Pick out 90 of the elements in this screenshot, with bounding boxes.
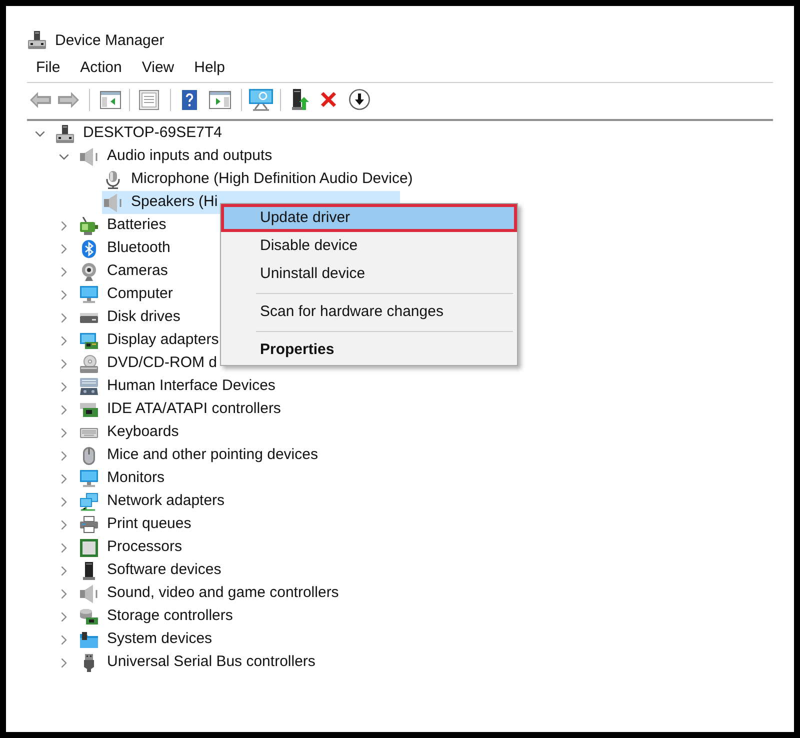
chevron-right-icon[interactable] xyxy=(61,612,67,622)
context-menu-item[interactable]: Uninstall device xyxy=(221,260,517,288)
device-update-icon[interactable] xyxy=(292,88,309,110)
chevron-right-icon[interactable] xyxy=(61,404,67,414)
bluetooth-icon xyxy=(82,240,96,258)
chevron-right-icon[interactable] xyxy=(61,542,67,552)
tree-item[interactable]: Universal Serial Bus controllers xyxy=(78,651,318,674)
chevron-down-icon[interactable] xyxy=(35,130,45,136)
forward-icon[interactable] xyxy=(58,92,79,108)
tree-item[interactable]: Sound, video and game controllers xyxy=(78,582,342,605)
tree-item[interactable]: Audio inputs and outputs xyxy=(78,145,276,168)
chevron-right-icon[interactable] xyxy=(61,474,67,484)
tower-icon xyxy=(83,562,95,580)
chevron-down-icon[interactable] xyxy=(59,154,69,160)
chevron-right-icon[interactable] xyxy=(61,566,67,576)
battery-icon xyxy=(80,216,98,234)
tree-item[interactable]: DVD/CD-ROM d xyxy=(78,352,220,375)
chevron-right-icon[interactable] xyxy=(61,428,67,438)
chevron-right-icon[interactable] xyxy=(61,312,67,322)
tower-computer-icon xyxy=(56,124,74,142)
tree-item[interactable]: Display adapters xyxy=(78,329,222,352)
chevron-right-icon[interactable] xyxy=(61,266,67,276)
chevron-right-icon[interactable] xyxy=(61,658,67,668)
chevron-right-icon[interactable] xyxy=(61,496,67,506)
monitor-icon xyxy=(80,286,98,303)
tree-item[interactable]: Cameras xyxy=(78,260,171,283)
menu-bar-item[interactable]: Help xyxy=(184,57,235,79)
menu-bar-item[interactable]: View xyxy=(132,57,184,79)
back-icon[interactable] xyxy=(30,92,51,108)
mouse-icon xyxy=(83,446,95,464)
chevron-right-icon[interactable] xyxy=(61,244,67,254)
tree-item[interactable]: Human Interface Devices xyxy=(78,375,278,398)
chevron-right-icon[interactable] xyxy=(61,450,67,460)
display-adapter-icon xyxy=(80,332,98,348)
tree-item[interactable]: Monitors xyxy=(78,467,168,490)
tower-computer-icon xyxy=(28,31,46,49)
chevron-right-icon[interactable] xyxy=(61,336,67,346)
webcam-icon xyxy=(82,262,96,280)
chevron-right-icon[interactable] xyxy=(61,358,67,368)
speaker-icon xyxy=(104,194,122,212)
input-devices-icon xyxy=(80,378,98,395)
context-menu-item[interactable]: Scan for hardware changes xyxy=(221,298,517,326)
tree-item[interactable]: Storage controllers xyxy=(78,605,236,628)
context-menu-item[interactable]: Update driver xyxy=(221,204,517,232)
chevron-right-icon[interactable] xyxy=(61,520,67,530)
tree-item[interactable]: Disk drives xyxy=(78,306,184,329)
properties-sheet-icon[interactable] xyxy=(139,90,159,110)
network-computers-icon xyxy=(80,492,98,510)
help-icon[interactable] xyxy=(182,90,197,110)
tree-item[interactable]: Keyboards xyxy=(78,421,182,444)
tree-item[interactable]: Network adapters xyxy=(78,490,228,513)
chevron-right-icon[interactable] xyxy=(61,220,67,230)
monitor-icon xyxy=(80,470,98,487)
action-pane-icon[interactable] xyxy=(209,90,231,108)
chevron-right-icon[interactable] xyxy=(61,382,67,392)
printer-icon xyxy=(80,516,98,533)
speaker-icon xyxy=(80,148,98,166)
tree-item[interactable]: Bluetooth xyxy=(78,237,174,260)
tree-item[interactable]: DESKTOP-69SE7T4 xyxy=(54,122,225,145)
microphone-icon xyxy=(106,170,120,188)
tree-item[interactable]: Microphone (High Definition Audio Device) xyxy=(102,168,416,191)
down-arrow-circle-icon[interactable] xyxy=(349,89,370,110)
pane-toggle-icon[interactable] xyxy=(100,90,121,108)
system-folder-icon xyxy=(80,632,98,648)
context-menu-item[interactable]: Properties xyxy=(221,336,517,364)
chevron-right-icon[interactable] xyxy=(61,634,67,644)
tree-item[interactable]: Mice and other pointing devices xyxy=(78,444,321,467)
context-menu-item[interactable]: Disable device xyxy=(221,232,517,260)
tree-item[interactable]: Processors xyxy=(78,536,186,559)
chevron-right-icon[interactable] xyxy=(61,588,67,598)
tree-item[interactable]: Print queues xyxy=(78,513,194,536)
menu-bar-item[interactable]: Action xyxy=(70,57,132,79)
tree-item[interactable]: Computer xyxy=(78,283,176,306)
tree-item[interactable]: Batteries xyxy=(78,214,170,237)
chevron-right-icon[interactable] xyxy=(61,290,67,300)
remove-icon[interactable] xyxy=(320,91,337,108)
chip-icon xyxy=(80,538,98,556)
monitor-scan-icon[interactable] xyxy=(249,88,273,110)
window-title: Device Manager xyxy=(55,32,164,48)
menu-bar-item[interactable]: File xyxy=(26,57,70,79)
disk-drive-icon xyxy=(80,312,98,322)
optical-drive-icon xyxy=(80,354,98,372)
expansion-card-icon xyxy=(80,402,98,416)
usb-plug-icon xyxy=(84,654,94,672)
tree-item[interactable]: System devices xyxy=(78,628,216,651)
keyboard-icon xyxy=(80,428,98,438)
tree-item[interactable]: IDE ATA/ATAPI controllers xyxy=(78,398,284,421)
tree-item[interactable]: Software devices xyxy=(78,559,224,582)
storage-controller-icon xyxy=(80,608,98,624)
speaker-icon xyxy=(80,584,98,602)
